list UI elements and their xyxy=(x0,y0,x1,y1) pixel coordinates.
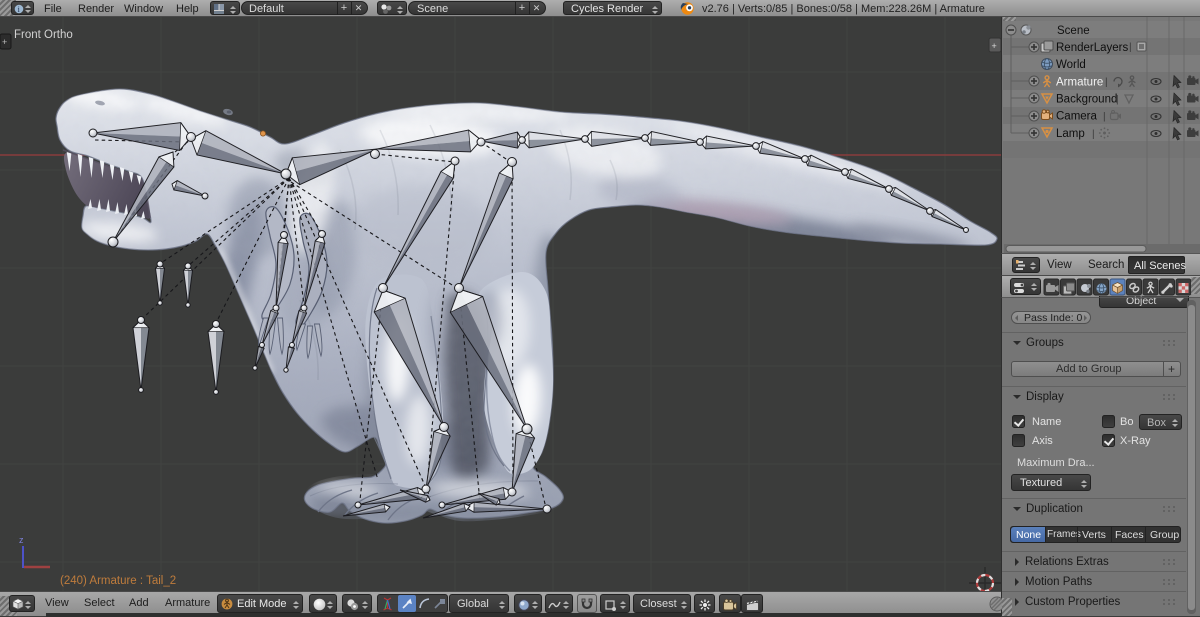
svg-text:Front Ortho: Front Ortho xyxy=(14,29,73,41)
svg-text:(240) Armature : Tail_2: (240) Armature : Tail_2 xyxy=(60,575,176,587)
svg-text:Background: Background xyxy=(1056,94,1117,106)
svg-text:Camera: Camera xyxy=(1056,111,1098,123)
svg-text:+: + xyxy=(2,37,7,47)
svg-text:|: | xyxy=(1103,112,1106,123)
svg-text:Armature: Armature xyxy=(1056,77,1103,89)
svg-text:World: World xyxy=(1056,59,1086,71)
svg-text:|: | xyxy=(1105,77,1108,88)
svg-text:Scene: Scene xyxy=(1057,25,1090,37)
svg-text:|: | xyxy=(1129,42,1132,53)
svg-text:|: | xyxy=(1092,129,1095,140)
svg-text:z: z xyxy=(19,535,24,545)
svg-text:+: + xyxy=(992,41,997,51)
svg-text:Lamp: Lamp xyxy=(1056,128,1085,140)
svg-text:|: | xyxy=(1116,95,1119,106)
svg-text:RenderLayers: RenderLayers xyxy=(1056,42,1128,54)
